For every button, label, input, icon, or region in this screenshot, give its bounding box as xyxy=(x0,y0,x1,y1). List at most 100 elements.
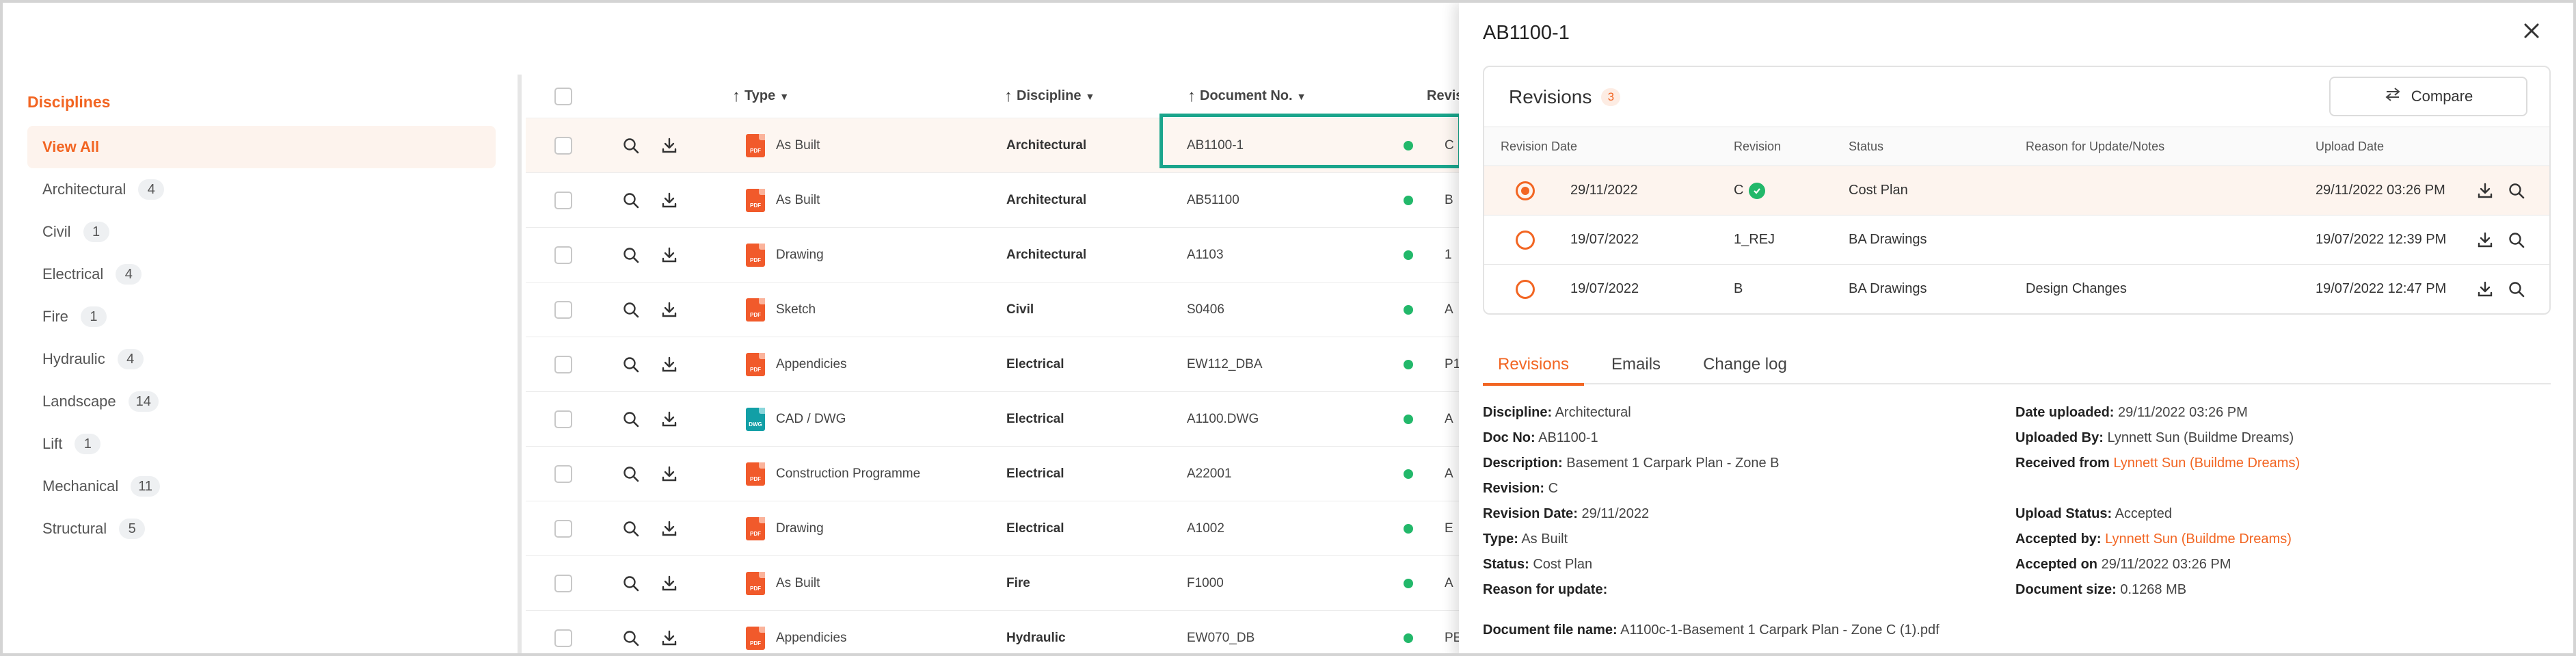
compare-button[interactable]: Compare xyxy=(2329,77,2527,116)
accepted-by-link[interactable]: Lynnett Sun (Buildme Dreams) xyxy=(2105,532,2292,547)
detail-upload-status: Upload Status: Accepted xyxy=(2015,506,2172,521)
row-checkbox[interactable] xyxy=(554,191,572,209)
row-checkbox[interactable] xyxy=(554,464,572,483)
sidebar-item-label: Fire xyxy=(42,308,68,325)
close-icon[interactable] xyxy=(2520,19,2543,42)
row-doc-no[interactable]: A1100.DWG xyxy=(1187,412,1259,427)
sidebar-item-view-all[interactable]: View All xyxy=(27,126,496,168)
row-doc-no[interactable]: A1103 xyxy=(1187,248,1224,263)
row-doc-no[interactable]: S0406 xyxy=(1187,302,1224,317)
download-icon[interactable] xyxy=(658,354,680,376)
search-icon[interactable] xyxy=(620,354,642,376)
revision-row[interactable]: 29/11/2022 C Cost Plan 29/11/2022 03:26 PM xyxy=(1484,166,2549,215)
select-all-checkbox[interactable] xyxy=(554,87,572,105)
sidebar-item-lift[interactable]: Lift 1 xyxy=(27,423,496,465)
table-row[interactable]: PDF As Built Architectural AB1100-1 C xyxy=(526,118,1459,173)
row-checkbox[interactable] xyxy=(554,519,572,538)
search-icon[interactable] xyxy=(2506,265,2527,313)
table-row[interactable]: PDF Sketch Civil S0406 A xyxy=(526,283,1459,337)
column-header-revision[interactable]: Revis xyxy=(1427,88,1459,104)
download-icon[interactable] xyxy=(658,627,680,649)
download-icon[interactable] xyxy=(2474,215,2496,264)
sidebar-item-landscape[interactable]: Landscape 14 xyxy=(27,380,496,423)
download-icon[interactable] xyxy=(658,408,680,430)
search-icon[interactable] xyxy=(620,518,642,540)
sidebar-item-structural[interactable]: Structural 5 xyxy=(27,508,496,550)
download-icon[interactable] xyxy=(658,189,680,211)
row-doc-no[interactable]: A1002 xyxy=(1187,521,1224,536)
tab-change-log[interactable]: Change log xyxy=(1688,345,1802,384)
table-row[interactable]: PDF Appendicies Hydraulic EW070_DB PE xyxy=(526,611,1459,653)
row-type: Appendicies xyxy=(776,356,847,371)
column-header-discipline[interactable]: ↑ Discipline ▼ xyxy=(1004,87,1095,106)
sidebar-item-mechanical[interactable]: Mechanical 11 xyxy=(27,465,496,508)
caret-down-icon: ▼ xyxy=(1085,90,1095,102)
received-from-link[interactable]: Lynnett Sun (Buildme Dreams) xyxy=(2113,456,2300,471)
table-row[interactable]: DWG CAD / DWG Electrical A1100.DWG A xyxy=(526,392,1459,447)
tab-emails[interactable]: Emails xyxy=(1596,345,1676,384)
download-icon[interactable] xyxy=(658,573,680,594)
search-icon[interactable] xyxy=(620,463,642,485)
col-reason: Reason for Update/Notes xyxy=(2026,139,2165,153)
search-icon[interactable] xyxy=(620,189,642,211)
download-icon[interactable] xyxy=(658,299,680,321)
row-checkbox[interactable] xyxy=(554,246,572,264)
search-icon[interactable] xyxy=(620,573,642,594)
sidebar-item-hydraulic[interactable]: Hydraulic 4 xyxy=(27,338,496,380)
tab-revisions[interactable]: Revisions xyxy=(1483,345,1585,386)
table-row[interactable]: PDF Drawing Architectural A1103 1 xyxy=(526,228,1459,283)
row-doc-no[interactable]: AB51100 xyxy=(1187,193,1239,208)
row-checkbox[interactable] xyxy=(554,136,572,155)
download-icon[interactable] xyxy=(658,244,680,266)
table-row[interactable]: PDF Appendicies Electrical EW112_DBA P1 xyxy=(526,337,1459,392)
sidebar-item-label: Architectural xyxy=(42,181,126,198)
row-doc-no[interactable]: EW070_DB xyxy=(1187,631,1255,646)
download-icon[interactable] xyxy=(2474,166,2496,215)
sidebar-item-label: Lift xyxy=(42,435,63,452)
revision-radio[interactable] xyxy=(1516,265,1535,313)
search-icon[interactable] xyxy=(620,627,642,649)
revision-status: Cost Plan xyxy=(1849,183,1908,198)
row-checkbox[interactable] xyxy=(554,629,572,647)
search-icon[interactable] xyxy=(620,408,642,430)
sidebar-item-count: 1 xyxy=(80,306,107,327)
download-icon[interactable] xyxy=(2474,265,2496,313)
download-icon[interactable] xyxy=(658,135,680,157)
row-doc-no[interactable]: EW112_DBA xyxy=(1187,357,1263,372)
row-doc-no[interactable]: F1000 xyxy=(1187,576,1224,591)
column-header-type[interactable]: ↑ Type ▼ xyxy=(732,87,789,106)
detail-file-name: Document file name: A1100c-1-Basement 1 … xyxy=(1483,622,1940,638)
revision-radio[interactable] xyxy=(1516,166,1535,215)
row-checkbox[interactable] xyxy=(554,410,572,428)
sidebar-item-architectural[interactable]: Architectural 4 xyxy=(27,168,496,211)
revision-date: 19/07/2022 xyxy=(1570,232,1639,247)
table-header: ↑ Type ▼ ↑ Discipline ▼ ↑ Document No. ▼… xyxy=(526,75,1459,118)
sidebar-item-fire[interactable]: Fire 1 xyxy=(27,296,496,338)
search-icon[interactable] xyxy=(620,299,642,321)
search-icon[interactable] xyxy=(620,244,642,266)
revision-row[interactable]: 19/07/2022 1_REJ BA Drawings 19/07/2022 12:… xyxy=(1484,215,2549,264)
column-header-doc-no[interactable]: ↑ Document No. ▼ xyxy=(1188,87,1306,106)
sidebar-item-civil[interactable]: Civil 1 xyxy=(27,211,496,253)
table-row[interactable]: PDF Drawing Electrical A1002 E xyxy=(526,501,1459,556)
row-checkbox[interactable] xyxy=(554,574,572,592)
compare-arrows-icon xyxy=(2384,86,2402,107)
sort-up-icon: ↑ xyxy=(1188,86,1196,105)
row-checkbox[interactable] xyxy=(554,355,572,373)
search-icon[interactable] xyxy=(2506,166,2527,215)
search-icon[interactable] xyxy=(2506,215,2527,264)
detail-revision-date: Revision Date: 29/11/2022 xyxy=(1483,506,1650,521)
row-doc-no[interactable]: A22001 xyxy=(1187,467,1232,482)
download-icon[interactable] xyxy=(658,518,680,540)
revision-radio[interactable] xyxy=(1516,215,1535,264)
revision-row[interactable]: 19/07/2022 B BA Drawings Design Changes 19/0… xyxy=(1484,264,2549,313)
table-row[interactable]: PDF As Built Architectural AB51100 B xyxy=(526,173,1459,228)
download-icon[interactable] xyxy=(658,463,680,485)
row-checkbox[interactable] xyxy=(554,300,572,319)
row-revision: A xyxy=(1445,302,1453,317)
sidebar-item-electrical[interactable]: Electrical 4 xyxy=(27,253,496,296)
search-icon[interactable] xyxy=(620,135,642,157)
row-doc-no[interactable]: AB1100-1 xyxy=(1187,138,1244,153)
table-row[interactable]: PDF Construction Programme Electrical A2200… xyxy=(526,447,1459,501)
table-row[interactable]: PDF As Built Fire F1000 A xyxy=(526,556,1459,611)
